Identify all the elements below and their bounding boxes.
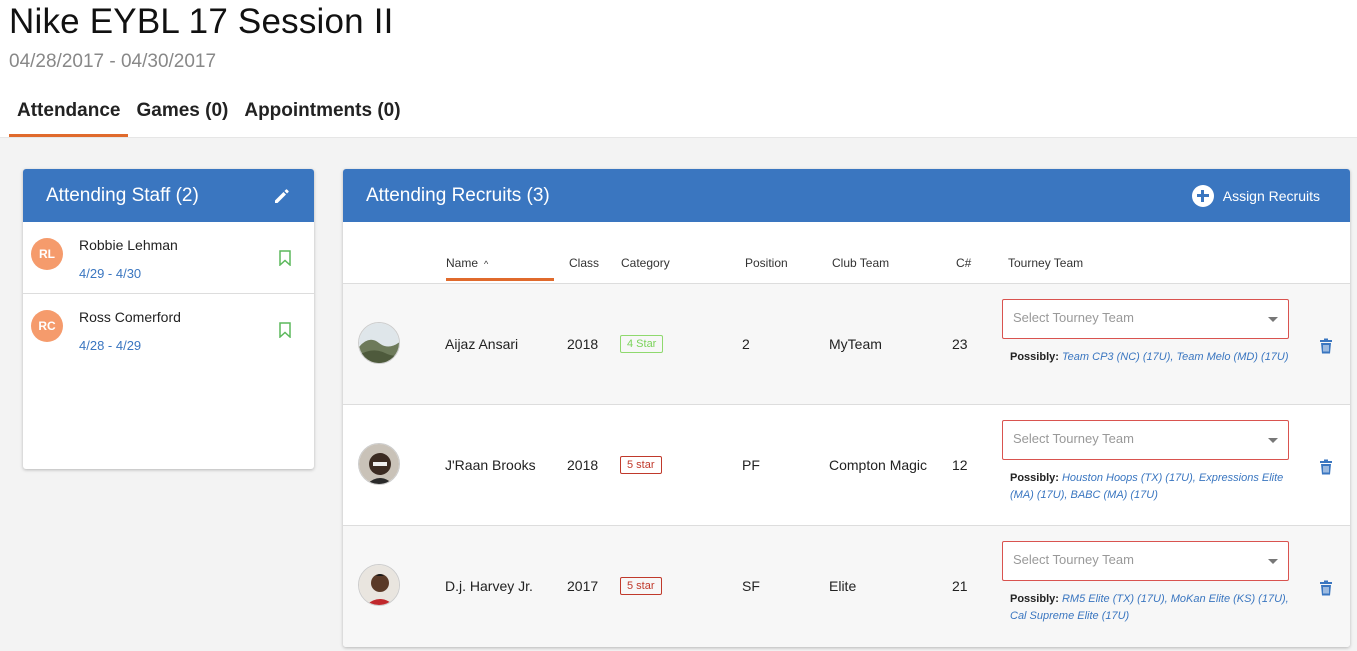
category-badge: 4 Star — [620, 335, 664, 353]
possibly-teams: Possibly: RM5 Elite (TX) (17U), MoKan El… — [1010, 591, 1295, 625]
recruit-class: 2018 — [567, 336, 599, 352]
table-row[interactable]: J'Raan Brooks 2018 5 star PF Compton Mag… — [343, 405, 1350, 526]
column-header-tourney-team[interactable]: Tourney Team — [1008, 256, 1083, 270]
pencil-icon[interactable] — [273, 187, 291, 205]
category-badge: 5 star — [620, 577, 662, 595]
chevron-down-icon — [1268, 317, 1278, 322]
tab-games[interactable]: Games (0) — [128, 100, 236, 137]
recruit-position: SF — [742, 578, 760, 594]
recruit-name[interactable]: D.j. Harvey Jr. — [445, 578, 533, 594]
staff-dates: 4/28 - 4/29 — [79, 338, 142, 353]
tab-bar: Attendance Games (0) Appointments (0) — [9, 100, 409, 137]
tourney-team-select[interactable]: Select Tourney Team — [1002, 420, 1289, 460]
chevron-down-icon — [1268, 438, 1278, 443]
column-header-club-team[interactable]: Club Team — [832, 256, 889, 270]
trash-icon[interactable] — [1319, 338, 1333, 357]
main-content: Attending Staff (2) RL Robbie Lehman 4/2… — [0, 138, 1357, 651]
possibly-team-links[interactable]: Team CP3 (NC) (17U), Team Melo (MD) (17U… — [1062, 351, 1289, 363]
tab-attendance[interactable]: Attendance — [9, 100, 129, 137]
recruit-class: 2018 — [567, 457, 599, 473]
category-badge: 5 star — [620, 456, 662, 474]
recruit-c-number: 21 — [952, 578, 968, 594]
attending-staff-card: Attending Staff (2) RL Robbie Lehman 4/2… — [23, 169, 314, 469]
bookmark-icon[interactable] — [278, 250, 292, 271]
page-header: Nike EYBL 17 Session II 04/28/2017 - 04/… — [0, 0, 1357, 138]
staff-name: Robbie Lehman — [79, 237, 178, 253]
recruit-position: PF — [742, 457, 760, 473]
chevron-down-icon — [1268, 559, 1278, 564]
trash-icon[interactable] — [1319, 459, 1333, 478]
trash-icon[interactable] — [1319, 580, 1333, 599]
attending-recruits-card: Attending Recruits (3) Assign Recruits N… — [343, 169, 1350, 647]
recruit-name[interactable]: Aijaz Ansari — [445, 336, 518, 352]
event-dates: 04/28/2017 - 04/30/2017 — [9, 51, 217, 72]
column-header-c-number[interactable]: C# — [956, 256, 971, 270]
staff-card-header: Attending Staff (2) — [23, 169, 314, 222]
recruit-photo — [358, 564, 400, 606]
recruit-photo — [358, 443, 400, 485]
table-row[interactable]: Aijaz Ansari 2018 4 Star 2 MyTeam 23 Sel… — [343, 284, 1350, 405]
staff-card-title: Attending Staff (2) — [46, 184, 199, 206]
assign-recruits-button[interactable]: Assign Recruits — [1191, 184, 1320, 207]
avatar: RC — [31, 310, 63, 342]
recruits-card-header: Attending Recruits (3) Assign Recruits — [343, 169, 1350, 222]
tourney-team-select[interactable]: Select Tourney Team — [1002, 299, 1289, 339]
column-header-name[interactable]: Name ^ — [446, 256, 554, 281]
recruit-club-team: MyTeam — [829, 336, 882, 352]
table-header: Name ^ Class Category Position Club Team … — [343, 222, 1350, 284]
recruit-photo — [358, 322, 400, 364]
recruit-class: 2017 — [567, 578, 599, 594]
recruit-c-number: 12 — [952, 457, 968, 473]
staff-dates: 4/29 - 4/30 — [79, 266, 142, 281]
select-placeholder: Select Tourney Team — [1013, 310, 1134, 325]
assign-recruits-label: Assign Recruits — [1222, 187, 1320, 204]
avatar: RL — [31, 238, 63, 270]
possibly-teams: Possibly: Houston Hoops (TX) (17U), Expr… — [1010, 470, 1295, 504]
bookmark-icon[interactable] — [278, 322, 292, 343]
possibly-teams: Possibly: Team CP3 (NC) (17U), Team Melo… — [1010, 349, 1295, 366]
select-placeholder: Select Tourney Team — [1013, 552, 1134, 567]
possibly-label: Possibly: — [1010, 472, 1059, 484]
column-header-class[interactable]: Class — [569, 256, 599, 270]
staff-row[interactable]: RL Robbie Lehman 4/29 - 4/30 — [23, 222, 314, 294]
recruit-name[interactable]: J'Raan Brooks — [445, 457, 536, 473]
sort-asc-icon: ^ — [484, 259, 489, 269]
recruits-card-title: Attending Recruits (3) — [366, 184, 550, 206]
event-title: Nike EYBL 17 Session II — [9, 2, 394, 41]
possibly-label: Possibly: — [1010, 593, 1059, 605]
table-row[interactable]: D.j. Harvey Jr. 2017 5 star SF Elite 21 … — [343, 526, 1350, 647]
column-header-position[interactable]: Position — [745, 256, 788, 270]
recruit-club-team: Elite — [829, 578, 857, 594]
plus-circle-icon — [1191, 184, 1214, 207]
recruit-club-team: Compton Magic — [829, 457, 928, 473]
tab-appointments[interactable]: Appointments (0) — [236, 100, 408, 137]
recruit-position: 2 — [742, 336, 750, 352]
recruit-c-number: 23 — [952, 336, 968, 352]
possibly-label: Possibly: — [1010, 351, 1059, 363]
staff-row[interactable]: RC Ross Comerford 4/28 - 4/29 — [23, 294, 314, 366]
select-placeholder: Select Tourney Team — [1013, 431, 1134, 446]
tourney-team-select[interactable]: Select Tourney Team — [1002, 541, 1289, 581]
staff-name: Ross Comerford — [79, 309, 181, 325]
column-header-category[interactable]: Category — [621, 256, 670, 270]
